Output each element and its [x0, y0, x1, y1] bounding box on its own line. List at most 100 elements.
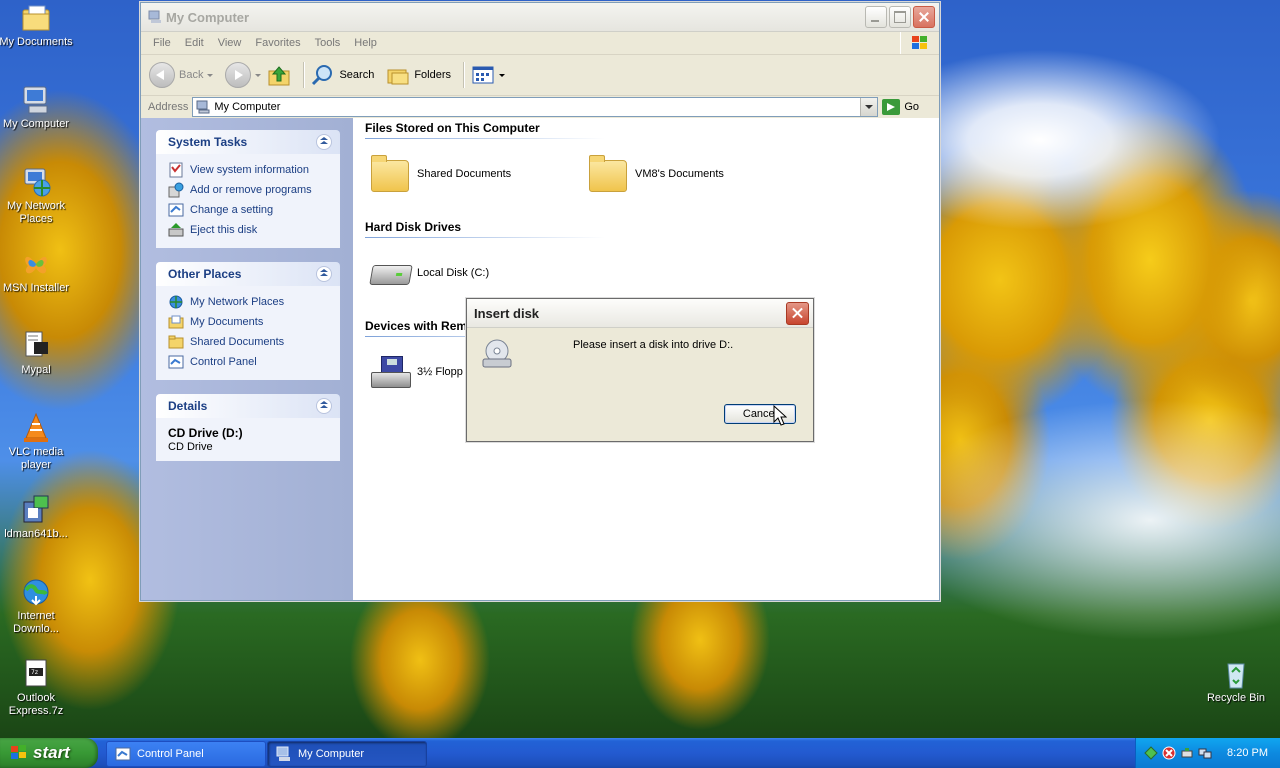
item-shared-documents[interactable]: Shared Documents [369, 154, 511, 194]
task-view-system-information[interactable]: View system information [168, 160, 332, 180]
system-info-icon [169, 162, 183, 178]
collapse-chevron-icon[interactable] [316, 266, 332, 282]
item-vm8-documents[interactable]: VM8's Documents [587, 154, 724, 194]
search-button[interactable]: Search [311, 63, 374, 87]
forward-arrow-icon [225, 62, 252, 88]
connection-icon[interactable] [1198, 746, 1212, 760]
address-value: My Computer [214, 101, 281, 113]
menu-help[interactable]: Help [347, 37, 384, 49]
chevron-down-icon [255, 73, 262, 77]
dialog-titlebar[interactable]: Insert disk [467, 299, 813, 328]
collapse-chevron-icon[interactable] [316, 134, 332, 150]
task-change-setting[interactable]: Change a setting [168, 200, 332, 220]
item-label: VM8's Documents [635, 168, 724, 180]
my-computer-icon [20, 84, 52, 116]
address-input[interactable]: My Computer [192, 97, 879, 117]
desktop-icon-label: MSN Installer [2, 282, 70, 294]
start-label: start [33, 743, 70, 762]
task-pane: System Tasks View system information Add… [141, 118, 353, 600]
minimize-button[interactable] [865, 6, 887, 28]
hard-disk-icon [369, 253, 413, 293]
dialog-message: Please insert a disk into drive D:. [573, 339, 734, 351]
menu-file[interactable]: File [146, 37, 178, 49]
window-titlebar[interactable]: My Computer [141, 3, 939, 32]
desktop-icon-my-documents[interactable]: My Documents [0, 2, 73, 49]
taskbar-button-label: Control Panel [137, 748, 204, 760]
safely-remove-icon[interactable] [1180, 746, 1194, 760]
menu-view[interactable]: View [211, 37, 249, 49]
other-places-header[interactable]: Other Places [156, 262, 340, 286]
desktop-icon-ldman[interactable]: ldman641b... [0, 494, 73, 541]
desktop-icon-outlook-express[interactable]: 7z Outlook Express.7z [0, 658, 73, 718]
views-button[interactable] [471, 64, 506, 86]
chevron-down-icon [207, 73, 214, 77]
place-my-documents[interactable]: My Documents [168, 312, 332, 332]
desktop-icon-recycle-bin[interactable]: Recycle Bin [1199, 658, 1273, 705]
folders-button[interactable]: Folders [386, 63, 451, 87]
task-eject-disk[interactable]: Eject this disk [168, 220, 332, 240]
desktop-icon-label: My Network Places [6, 200, 66, 225]
place-label: Shared Documents [190, 336, 285, 348]
details-panel: Details CD Drive (D:) CD Drive [156, 394, 340, 461]
place-label: Control Panel [190, 356, 257, 368]
panel-body: My Network Places My Documents Shared Do… [156, 286, 340, 380]
task-label: View system information [190, 164, 310, 176]
place-control-panel[interactable]: Control Panel [168, 352, 332, 372]
task-add-remove-programs[interactable]: Add or remove programs [168, 180, 332, 200]
address-label: Address [148, 101, 189, 113]
windows-flag-icon [900, 32, 939, 54]
network-tray-icon[interactable] [1144, 746, 1158, 760]
network-places-icon [20, 166, 52, 198]
item-label: Shared Documents [417, 168, 512, 180]
eject-icon [168, 223, 184, 237]
go-button[interactable]: Go [882, 99, 919, 115]
address-dropdown-button[interactable] [860, 98, 878, 116]
desktop-icon-label: Internet Downlo... [13, 610, 59, 635]
go-arrow-icon [882, 99, 901, 115]
forward-button[interactable] [225, 62, 262, 88]
collapse-chevron-icon[interactable] [316, 398, 332, 414]
item-floppy-drive[interactable]: 3½ Flopp [369, 352, 463, 392]
menu-edit[interactable]: Edit [178, 37, 211, 49]
desktop-icon-vlc[interactable]: VLC media player [0, 412, 73, 472]
control-panel-icon [168, 355, 184, 369]
security-alert-icon[interactable] [1162, 746, 1176, 760]
add-remove-icon [168, 182, 184, 198]
taskbar-button-control-panel[interactable]: Control Panel [106, 741, 266, 767]
desktop-icon-label: Recycle Bin [1206, 692, 1266, 704]
settings-icon [168, 203, 184, 217]
desktop-icon-mypal[interactable]: Mypal [0, 330, 73, 377]
folder-icon [369, 154, 409, 194]
desktop-icon-label: ldman641b... [4, 528, 68, 540]
up-folder-button[interactable] [267, 63, 291, 87]
menu-bar: File Edit View Favorites Tools Help [141, 32, 939, 55]
close-button[interactable] [913, 6, 935, 28]
item-local-disk-c[interactable]: Local Disk (C:) [369, 253, 489, 293]
folder-icon [168, 335, 184, 349]
my-computer-icon [276, 746, 290, 761]
system-tasks-header[interactable]: System Tasks [156, 130, 340, 154]
group-files-stored: Files Stored on This Computer [365, 121, 605, 139]
place-shared-documents[interactable]: Shared Documents [168, 332, 332, 352]
desktop-icon-internet-download[interactable]: Internet Downlo... [0, 576, 73, 636]
address-bar: Address My Computer Go [141, 96, 939, 119]
desktop-icon-my-network-places[interactable]: My Network Places [0, 166, 73, 226]
globe-download-icon [20, 576, 52, 608]
start-button[interactable]: start [0, 738, 98, 768]
dialog-close-button[interactable] [786, 302, 809, 325]
place-my-network-places[interactable]: My Network Places [168, 292, 332, 312]
back-button[interactable]: Back [149, 62, 214, 88]
maximize-button[interactable] [889, 6, 911, 28]
taskbar-button-my-computer[interactable]: My Computer [267, 741, 427, 767]
dialog-title: Insert disk [474, 305, 540, 321]
system-tray: 8:20 PM [1135, 738, 1280, 768]
my-computer-icon [196, 100, 210, 114]
group-removable-devices: Devices with Rem [365, 319, 606, 337]
desktop-icon-my-computer[interactable]: My Computer [0, 84, 73, 131]
details-header[interactable]: Details [156, 394, 340, 418]
desktop-icon-msn-installer[interactable]: MSN Installer [0, 248, 73, 295]
menu-tools[interactable]: Tools [308, 37, 348, 49]
details-type: CD Drive [168, 441, 213, 453]
taskbar: start Control Panel My Computer 8:20 PM [0, 738, 1280, 768]
menu-favorites[interactable]: Favorites [248, 37, 307, 49]
